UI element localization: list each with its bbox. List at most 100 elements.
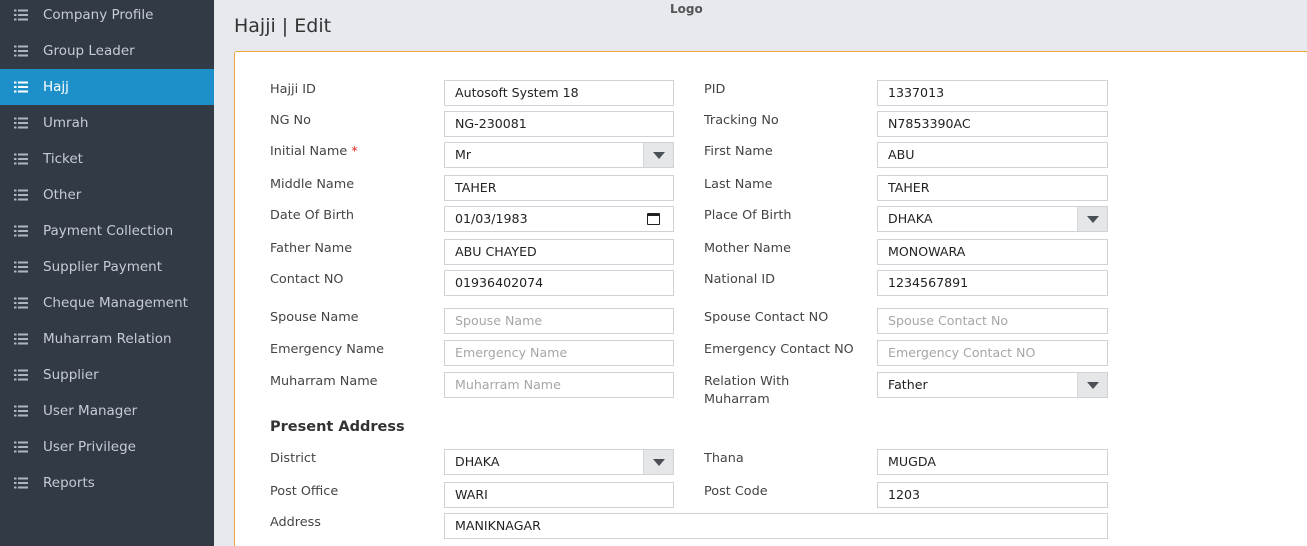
list-icon: [14, 441, 28, 453]
district-value: DHAKA: [455, 454, 500, 469]
first-name-label: First Name: [704, 144, 773, 159]
sidebar-item-ticket[interactable]: Ticket: [0, 141, 214, 177]
sidebar-item-label: Supplier: [43, 367, 99, 383]
sidebar-item-label: User Privilege: [43, 439, 136, 455]
place-of-birth-value: DHAKA: [888, 211, 933, 226]
post-office-label: Post Office: [270, 484, 339, 499]
list-icon: [14, 369, 28, 381]
list-icon: [14, 189, 28, 201]
emergency-contact-no-field[interactable]: Emergency Contact NO: [877, 340, 1108, 366]
post-office-field[interactable]: WARI: [444, 482, 674, 508]
present-address-heading: Present Address: [270, 419, 405, 435]
tracking-no-label: Tracking No: [704, 113, 779, 128]
father-name-label: Father Name: [270, 241, 353, 256]
date-of-birth-label: Date Of Birth: [270, 208, 355, 223]
post-code-field[interactable]: 1203: [877, 482, 1108, 508]
sidebar-item-user-privilege[interactable]: User Privilege: [0, 429, 214, 465]
mother-name-field[interactable]: MONOWARA: [877, 239, 1108, 265]
sidebar-item-label: User Manager: [43, 403, 138, 419]
middle-name-field[interactable]: TAHER: [444, 175, 674, 201]
address-label: Address: [270, 515, 321, 530]
sidebar-item-label: Supplier Payment: [43, 259, 163, 275]
initial-name-value: Mr: [455, 147, 472, 162]
emergency-name-field[interactable]: Emergency Name: [444, 340, 674, 366]
emergency-name-label: Emergency Name: [270, 342, 384, 357]
sidebar-item-company-profile[interactable]: Company Profile: [0, 0, 214, 33]
sidebar-item-label: Hajj: [43, 79, 69, 95]
tracking-no-field[interactable]: N7853390AC: [877, 111, 1108, 137]
list-icon: [14, 81, 28, 93]
mother-name-label: Mother Name: [704, 241, 791, 256]
list-icon: [14, 477, 28, 489]
sidebar-item-label: Group Leader: [43, 43, 135, 59]
last-name-label: Last Name: [704, 177, 773, 192]
ng-no-field[interactable]: NG-230081: [444, 111, 674, 137]
spouse-name-field[interactable]: Spouse Name: [444, 308, 674, 334]
relation-with-muharram-label-line1: Relation With: [704, 374, 790, 389]
sidebar-item-other[interactable]: Other: [0, 177, 214, 213]
place-of-birth-select[interactable]: DHAKA: [877, 206, 1108, 232]
national-id-field[interactable]: 1234567891: [877, 270, 1108, 296]
chevron-down-icon[interactable]: [643, 143, 673, 167]
logo: Logo: [670, 2, 703, 16]
list-icon: [14, 297, 28, 309]
initial-name-select[interactable]: Mr: [444, 142, 674, 168]
father-name-field[interactable]: ABU CHAYED: [444, 239, 674, 265]
pid-field[interactable]: 1337013: [877, 80, 1108, 106]
sidebar-item-umrah[interactable]: Umrah: [0, 105, 214, 141]
chevron-down-icon[interactable]: [1077, 207, 1107, 231]
sidebar-item-hajj[interactable]: Hajj: [0, 69, 214, 105]
first-name-field[interactable]: ABU: [877, 142, 1108, 168]
page-title: Hajji | Edit: [234, 15, 332, 37]
hajji-id-field[interactable]: Autosoft System 18: [444, 80, 674, 106]
sidebar-item-supplier[interactable]: Supplier: [0, 357, 214, 393]
contact-no-label: Contact NO: [270, 272, 344, 287]
contact-no-field[interactable]: 01936402074: [444, 270, 674, 296]
sidebar-item-payment-collection[interactable]: Payment Collection: [0, 213, 214, 249]
sidebar-item-label: Payment Collection: [43, 223, 174, 239]
district-select[interactable]: DHAKA: [444, 449, 674, 475]
date-of-birth-value: 01/03/1983: [455, 211, 528, 226]
sidebar-item-label: Ticket: [43, 151, 83, 167]
post-code-label: Post Code: [704, 484, 768, 499]
last-name-field[interactable]: TAHER: [877, 175, 1108, 201]
calendar-icon[interactable]: [647, 213, 660, 225]
spouse-contact-no-label: Spouse Contact NO: [704, 310, 829, 325]
list-icon: [14, 225, 28, 237]
form-panel: Hajji ID Autosoft System 18 PID 1337013 …: [234, 51, 1307, 546]
sidebar-item-label: Cheque Management: [43, 295, 188, 311]
list-icon: [14, 405, 28, 417]
address-field[interactable]: MANIKNAGAR: [444, 513, 1108, 539]
sidebar-item-label: Reports: [43, 475, 95, 491]
hajji-id-label: Hajji ID: [270, 82, 316, 97]
thana-label: Thana: [704, 451, 744, 466]
initial-name-label: Initial Name *: [270, 143, 358, 161]
chevron-down-icon[interactable]: [643, 450, 673, 474]
ng-no-label: NG No: [270, 113, 311, 128]
chevron-down-icon[interactable]: [1077, 373, 1107, 397]
sidebar-item-cheque-management[interactable]: Cheque Management: [0, 285, 214, 321]
spouse-contact-no-field[interactable]: Spouse Contact No: [877, 308, 1108, 334]
relation-with-muharram-label-line2: Muharram: [704, 392, 770, 407]
sidebar-item-label: Muharram Relation: [43, 331, 172, 347]
list-icon: [14, 117, 28, 129]
list-icon: [14, 153, 28, 165]
required-asterisk: *: [351, 144, 358, 159]
pid-label: PID: [704, 82, 726, 97]
sidebar-item-user-manager[interactable]: User Manager: [0, 393, 214, 429]
list-icon: [14, 9, 28, 21]
sidebar-item-group-leader[interactable]: Group Leader: [0, 33, 214, 69]
list-icon: [14, 333, 28, 345]
sidebar-item-label: Other: [43, 187, 82, 203]
sidebar-item-reports[interactable]: Reports: [0, 465, 214, 501]
sidebar-item-supplier-payment[interactable]: Supplier Payment: [0, 249, 214, 285]
date-of-birth-field[interactable]: 01/03/1983: [444, 206, 674, 232]
relation-with-muharram-label: Relation With Muharram: [704, 373, 789, 409]
muharram-name-label: Muharram Name: [270, 374, 378, 389]
relation-with-muharram-select[interactable]: Father: [877, 372, 1108, 398]
national-id-label: National ID: [704, 272, 776, 287]
muharram-name-field[interactable]: Muharram Name: [444, 372, 674, 398]
sidebar-item-muharram-relation[interactable]: Muharram Relation: [0, 321, 214, 357]
thana-field[interactable]: MUGDA: [877, 449, 1108, 475]
sidebar-item-label: Company Profile: [43, 7, 154, 23]
